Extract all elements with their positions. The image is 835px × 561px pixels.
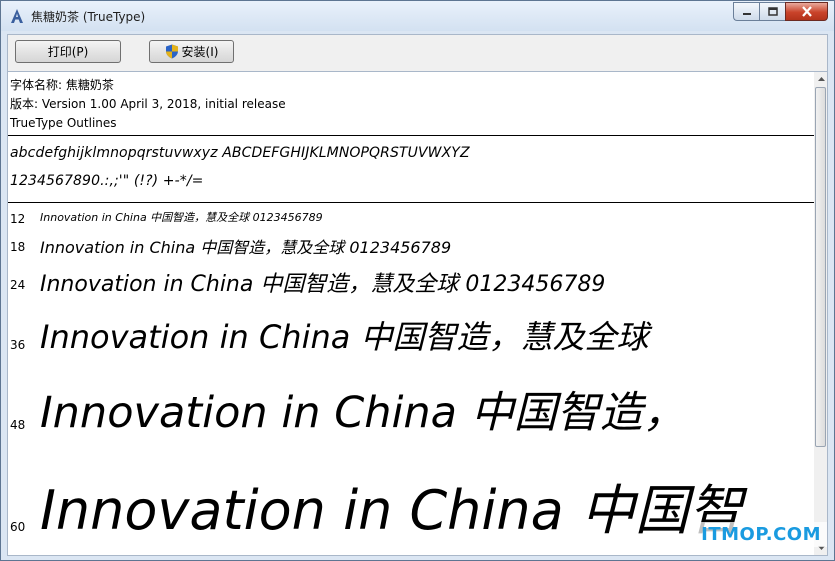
sample-text: Innovation in China 中国智造，慧及全球 0123456789 [40,238,452,257]
sample-text: Innovation in China 中国智 [40,479,743,542]
font-app-icon [11,9,23,23]
watermark: ITMOP.COM [695,522,827,547]
print-button[interactable]: 打印(P) [15,40,121,63]
vertical-scrollbar[interactable] [814,71,828,556]
window-title: 焦糖奶茶 (TrueType) [31,10,146,24]
minimize-button[interactable] [733,2,759,21]
window-controls [733,2,828,21]
size-label: 36 [10,338,26,352]
title-bar[interactable]: 焦糖奶茶 (TrueType) [1,1,834,31]
font-outline-line: TrueType Outlines [10,116,117,130]
size-label: 48 [10,418,26,432]
size-label: 24 [10,278,26,292]
font-preview-pane[interactable]: 字体名称: 焦糖奶茶 版本: Version 1.00 April 3, 201… [7,71,822,556]
sample-text: Innovation in China 中国智造，慧及全球 0123456789 [40,211,323,224]
sample-text: Innovation in China 中国智造，慧及全球 0123456789 [40,272,606,297]
charset-digits-symbols: 1234567890.:,;'" (!?) +-*/= [10,173,204,189]
font-version-line: 版本: Version 1.00 April 3, 2018, initial … [10,97,286,111]
print-button-label: 打印(P) [47,45,89,59]
close-icon [801,6,812,17]
shield-icon [165,44,178,59]
maximize-icon [767,7,778,16]
sample-text: Innovation in China 中国智造，慧及全球 [40,318,649,356]
close-button[interactable] [785,2,828,21]
size-label: 60 [10,520,26,534]
scrollbar-thumb[interactable] [815,87,826,447]
minimize-icon [742,12,751,15]
maximize-button[interactable] [759,2,785,21]
arrow-up-icon [817,77,825,81]
sample-text: Innovation in China 中国智造， [40,388,686,438]
size-label: 12 [10,212,26,226]
font-info: 字体名称: 焦糖奶茶 版本: Version 1.00 April 3, 201… [10,76,286,133]
divider [8,202,821,203]
size-label: 18 [10,240,26,254]
scroll-up-button[interactable] [815,72,827,86]
install-button[interactable]: 安装(I) [149,40,234,63]
charset-letters: abcdefghijklmnopqrstuvwxyz ABCDEFGHIJKLM… [10,145,470,161]
install-button-label: 安装(I) [181,45,219,59]
toolbar: 打印(P) 安装(I) [7,34,828,71]
font-viewer-window: 焦糖奶茶 (TrueType) 打印(P) 安装(I) 字体名称: 焦糖奶茶 版… [0,0,835,561]
font-name-line: 字体名称: 焦糖奶茶 [10,78,114,92]
divider [8,135,821,136]
